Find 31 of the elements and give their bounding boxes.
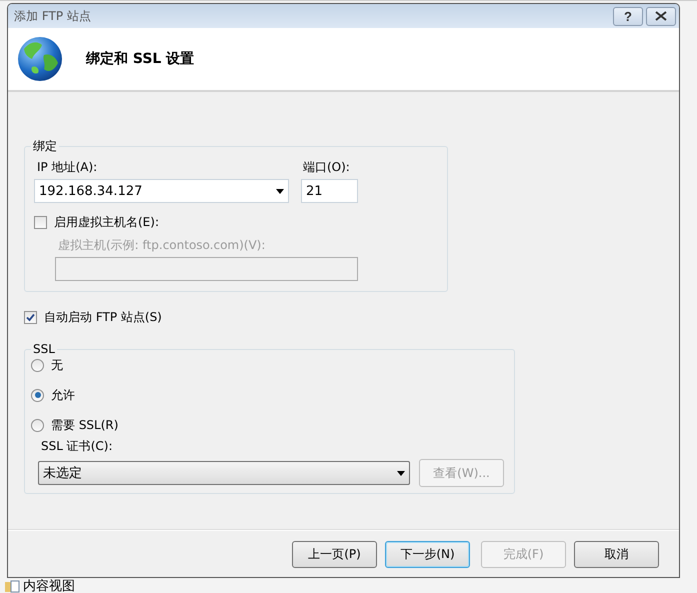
ip-address-dropdown[interactable]: 192.168.34.127 (34, 179, 289, 203)
radio-button[interactable] (31, 388, 44, 402)
dropdown-arrow-icon[interactable] (397, 470, 405, 476)
group-label: SSL (32, 342, 56, 356)
globe-icon (16, 35, 64, 83)
radio-label: 无 (51, 356, 63, 374)
dialog-button[interactable]: 上一页(P) (292, 540, 377, 568)
dialog-button[interactable]: 下一步(N) (385, 540, 470, 568)
dropdown-arrow-icon[interactable] (276, 188, 284, 194)
virtual-host-checkbox[interactable] (34, 216, 47, 228)
status-item[interactable]: 内容视图 (23, 577, 75, 593)
port-label: 端口(O): (303, 159, 351, 176)
checkbox-label: 自动启动 FTP 站点(S) (44, 308, 162, 326)
auto-start-checkbox[interactable] (24, 310, 37, 324)
group-label: 绑定 (32, 138, 58, 155)
port-field[interactable]: 21 (301, 179, 358, 203)
radio-label: 允许 (51, 386, 75, 404)
radio-button[interactable] (31, 418, 44, 432)
close-button[interactable] (646, 6, 676, 26)
ip-label: IP 地址(A): (37, 159, 98, 176)
checkbox-label: 启用虚拟主机名(E): (54, 214, 159, 230)
help-button[interactable]: ? (613, 6, 643, 26)
radio-button[interactable] (31, 358, 44, 372)
certificate-dropdown[interactable]: 未选定 (38, 461, 410, 485)
close-icon (655, 11, 667, 21)
page-heading: 绑定和 SSL 设置 (86, 50, 194, 68)
dialog-button[interactable]: 取消 (574, 540, 659, 568)
window-title: 添加 FTP 站点 (14, 8, 92, 24)
certificate-label: SSL 证书(C): (41, 438, 114, 455)
host-label: 虚拟主机(示例: ftp.contoso.com)(V): (58, 237, 266, 254)
radio-label: 需要 SSL(R) (51, 416, 118, 434)
